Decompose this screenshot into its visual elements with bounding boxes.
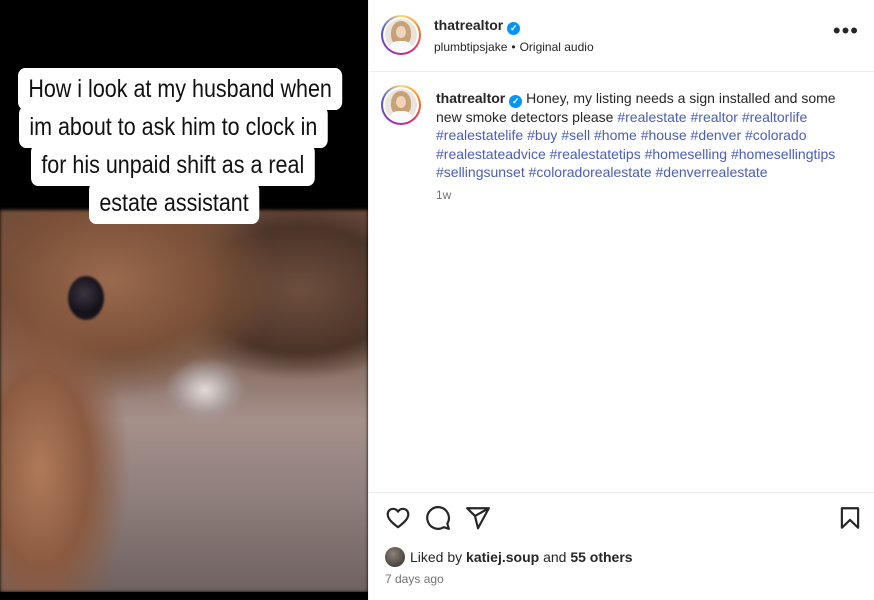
author-username[interactable]: thatrealtor: [434, 17, 503, 33]
hashtag-link[interactable]: #homesellingtips: [731, 146, 835, 162]
share-icon[interactable]: [465, 505, 491, 531]
action-bar: Liked by katiej.soup and 55 others 7 day…: [369, 492, 874, 600]
audio-separator: •: [511, 40, 516, 54]
liker-avatar[interactable]: [385, 547, 405, 567]
verified-badge-icon: ✓: [509, 95, 523, 108]
caption-time-ago[interactable]: 1w: [436, 188, 451, 202]
hashtag-link[interactable]: #realtor: [691, 109, 738, 125]
hashtag-link[interactable]: #coloradorealestate: [529, 164, 652, 180]
likes-and: and: [543, 549, 567, 565]
media-caption-line-2: im about to ask him to clock in: [19, 106, 328, 148]
post-side-panel: thatrealtor ✓ plumbtipsjake • Original audi…: [368, 0, 874, 600]
caption-author-avatar[interactable]: [381, 85, 421, 125]
likes-others[interactable]: 55 others: [570, 549, 632, 565]
verified-badge-icon: ✓: [507, 22, 521, 35]
media-caption-line-1: How i look at my husband when: [18, 68, 343, 110]
hashtag-link[interactable]: #realestatelife: [436, 127, 523, 143]
post-header: thatrealtor ✓ plumbtipsjake • Original audi…: [369, 0, 874, 72]
media-caption-line-3: for his unpaid shift as a real: [31, 144, 315, 186]
hashtag-link[interactable]: #sell: [561, 127, 590, 143]
likes-summary: Liked by katiej.soup and 55 others: [385, 547, 633, 567]
hashtag-link[interactable]: #sellingsunset: [436, 164, 525, 180]
audio-label[interactable]: Original audio: [520, 40, 594, 54]
hashtag-link[interactable]: #colorado: [745, 127, 807, 143]
hashtag-link[interactable]: #realestateadvice: [436, 146, 546, 162]
post-media[interactable]: How i look at my husband when im about t…: [0, 0, 368, 600]
media-bottom-bar: [0, 592, 368, 600]
author-avatar[interactable]: [381, 15, 421, 55]
author-username-line: thatrealtor ✓: [434, 17, 521, 35]
bookmark-icon[interactable]: [837, 505, 863, 531]
comment-icon[interactable]: [425, 505, 451, 531]
media-caption-line-4: estate assistant: [89, 182, 260, 224]
audio-user[interactable]: plumbtipsjake: [434, 40, 507, 54]
post-caption: thatrealtor ✓ Honey, my listing needs a s…: [436, 89, 856, 182]
hashtag-link[interactable]: #realtorlife: [742, 109, 807, 125]
hashtag-link[interactable]: #denverrealestate: [656, 164, 768, 180]
more-options-icon[interactable]: •••: [833, 20, 859, 42]
caption-username[interactable]: thatrealtor: [436, 90, 505, 106]
hashtag-link[interactable]: #denver: [691, 127, 742, 143]
audio-line: plumbtipsjake • Original audio: [434, 40, 594, 54]
heart-icon[interactable]: [385, 505, 411, 531]
likes-prefix: Liked by: [410, 549, 463, 565]
hashtag-link[interactable]: #homeselling: [645, 146, 728, 162]
hashtag-link[interactable]: #house: [641, 127, 687, 143]
post-photo: [0, 210, 368, 592]
hashtag-link[interactable]: #home: [594, 127, 637, 143]
hashtag-link[interactable]: #realestatetips: [550, 146, 641, 162]
hashtag-link[interactable]: #buy: [527, 127, 557, 143]
animal-eye: [68, 276, 104, 320]
post-date[interactable]: 7 days ago: [385, 572, 444, 586]
liker-username[interactable]: katiej.soup: [466, 549, 539, 565]
hashtag-link[interactable]: #realestate: [617, 109, 686, 125]
